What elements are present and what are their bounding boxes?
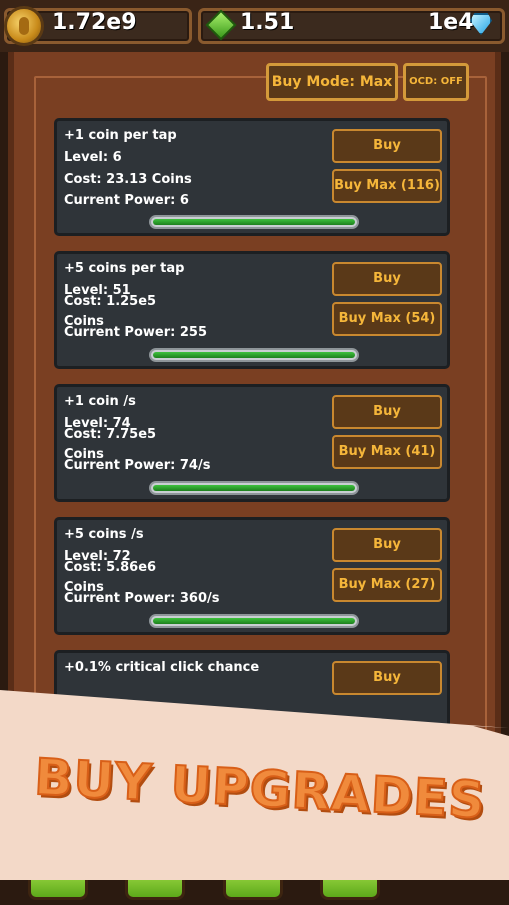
progress-bar <box>149 481 359 495</box>
ocd-toggle-button[interactable]: OCD: OFF <box>403 63 469 101</box>
upgrade-title: +5 coins /s <box>64 527 144 542</box>
blue-gem-amount: 1e4 <box>428 10 474 35</box>
buy-button[interactable]: Buy <box>332 528 442 562</box>
upgrade-power: Current Power: 6 <box>64 193 189 208</box>
upgrade-card: +1 coin /s Level: 74 Cost: 7.75e5 Coins … <box>54 384 450 502</box>
upgrade-power: Current Power: 255 <box>64 325 207 340</box>
upgrade-power: Current Power: 360/s <box>64 591 220 606</box>
buy-button[interactable]: Buy <box>332 661 442 695</box>
progress-fill <box>153 352 355 358</box>
buy-max-button[interactable]: Buy Max (41) <box>332 435 442 469</box>
coin-amount: 1.72e9 <box>52 10 137 35</box>
upgrade-card: +1 coin per tap Level: 6 Cost: 23.13 Coi… <box>54 118 450 236</box>
progress-fill <box>153 485 355 491</box>
green-gem-amount: 1.51 <box>240 10 295 35</box>
upgrade-cost: Cost: 23.13 Coins <box>64 172 192 187</box>
buy-button[interactable]: Buy <box>332 129 442 163</box>
coin-icon <box>4 6 44 46</box>
upgrade-card: +5 coins per tap Level: 51 Cost: 1.25e5 … <box>54 251 450 369</box>
top-bar: 1.72e9 1.51 1e4 <box>0 0 509 52</box>
upgrade-card: +5 coins /s Level: 72 Cost: 5.86e6 Coins… <box>54 517 450 635</box>
buy-max-button[interactable]: Buy Max (27) <box>332 568 442 602</box>
progress-fill <box>153 219 355 225</box>
upgrade-title: +1 coin per tap <box>64 128 177 143</box>
buy-button[interactable]: Buy <box>332 262 442 296</box>
buy-button[interactable]: Buy <box>332 395 442 429</box>
upgrade-title: +5 coins per tap <box>64 261 185 276</box>
progress-fill <box>153 618 355 624</box>
upgrade-cost: Cost: 5.86e6 <box>64 560 157 575</box>
upgrade-power: Current Power: 74/s <box>64 458 211 473</box>
progress-bar <box>149 215 359 229</box>
upgrade-level: Level: 6 <box>64 150 122 165</box>
buy-mode-button[interactable]: Buy Mode: Max <box>266 63 398 101</box>
upgrade-cost: Cost: 1.25e5 <box>64 294 157 309</box>
buy-max-button[interactable]: Buy Max (116) <box>332 169 442 203</box>
upgrade-title: +0.1% critical click chance <box>64 660 260 675</box>
buy-max-button[interactable]: Buy Max (54) <box>332 302 442 336</box>
upgrade-cost: Cost: 7.75e5 <box>64 427 157 442</box>
progress-bar <box>149 348 359 362</box>
upgrade-title: +1 coin /s <box>64 394 136 409</box>
progress-bar <box>149 614 359 628</box>
